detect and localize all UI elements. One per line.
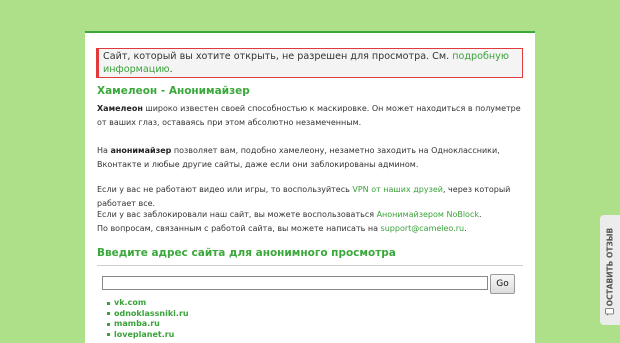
site-link-mamba[interactable]: mamba.ru bbox=[107, 319, 189, 330]
site-link-loveplanet[interactable]: loveplanet.ru bbox=[107, 330, 189, 341]
url-section-title: Введите адрес сайта для анонимного просм… bbox=[97, 247, 396, 259]
url-input[interactable] bbox=[102, 276, 488, 290]
go-button[interactable]: Go bbox=[490, 274, 515, 294]
site-link-label: odnoklassniki.ru bbox=[114, 308, 189, 318]
vpn-link[interactable]: VPN от наших друзей bbox=[352, 185, 443, 194]
feedback-tab[interactable]: ОСТАВИТЬ ОТЗЫВ bbox=[600, 215, 620, 325]
paragraph-3: Если у вас не работают видео или игры, т… bbox=[97, 183, 522, 211]
support-email-link[interactable]: support@cameleo.ru bbox=[381, 224, 465, 233]
paragraph-4-pre: Если у вас заблокировали наш сайт, вы мо… bbox=[97, 210, 377, 219]
paragraph-1-bold: Хамелеон bbox=[97, 104, 143, 113]
site-link-label: loveplanet.ru bbox=[114, 329, 175, 339]
paragraph-2-bold: анонимайзер bbox=[110, 146, 172, 155]
bullet-icon bbox=[107, 312, 110, 316]
section-title: Хамелеон - Анонимайзер bbox=[97, 85, 250, 97]
paragraph-5-post: . bbox=[464, 224, 467, 233]
alert-text: Сайт, который вы хотите открыть, не разр… bbox=[103, 51, 450, 62]
feedback-icon bbox=[605, 308, 614, 316]
bullet-icon bbox=[107, 322, 110, 326]
alert-end: . bbox=[169, 64, 173, 75]
feedback-label: ОСТАВИТЬ ОТЗЫВ bbox=[605, 227, 615, 307]
bullet-icon bbox=[107, 301, 110, 305]
site-link-odnoklassniki[interactable]: odnoklassniki.ru bbox=[107, 309, 189, 320]
bullet-icon bbox=[107, 333, 110, 337]
site-link-label: vk.com bbox=[114, 298, 147, 307]
paragraph-3-pre: Если у вас не работают видео или игры, т… bbox=[97, 185, 353, 194]
site-link-label: mamba.ru bbox=[114, 319, 160, 328]
paragraph-4-post: . bbox=[478, 210, 482, 219]
noblock-link[interactable]: Анонимайзером NoBlock bbox=[377, 210, 479, 219]
paragraph-1: Хамелеон широко известен своей способнос… bbox=[97, 102, 522, 130]
paragraph-2-pre: На bbox=[97, 146, 111, 155]
site-list: vk.com odnoklassniki.ru mamba.ru lovepla… bbox=[107, 298, 189, 340]
paragraph-5-pre: По вопросам, связанным с работой сайта, … bbox=[97, 224, 381, 233]
divider bbox=[97, 265, 523, 266]
main-content: Сайт, который вы хотите открыть, не разр… bbox=[85, 31, 535, 343]
paragraph-2: На анонимайзер позволяет вам, подобно ха… bbox=[97, 144, 522, 172]
paragraph-1-text: широко известен своей способностью к мас… bbox=[97, 104, 521, 127]
blocked-alert: Сайт, который вы хотите открыть, не разр… bbox=[96, 48, 523, 78]
site-link-vk[interactable]: vk.com bbox=[107, 298, 189, 309]
paragraph-4: Если у вас заблокировали наш сайт, вы мо… bbox=[97, 208, 522, 236]
